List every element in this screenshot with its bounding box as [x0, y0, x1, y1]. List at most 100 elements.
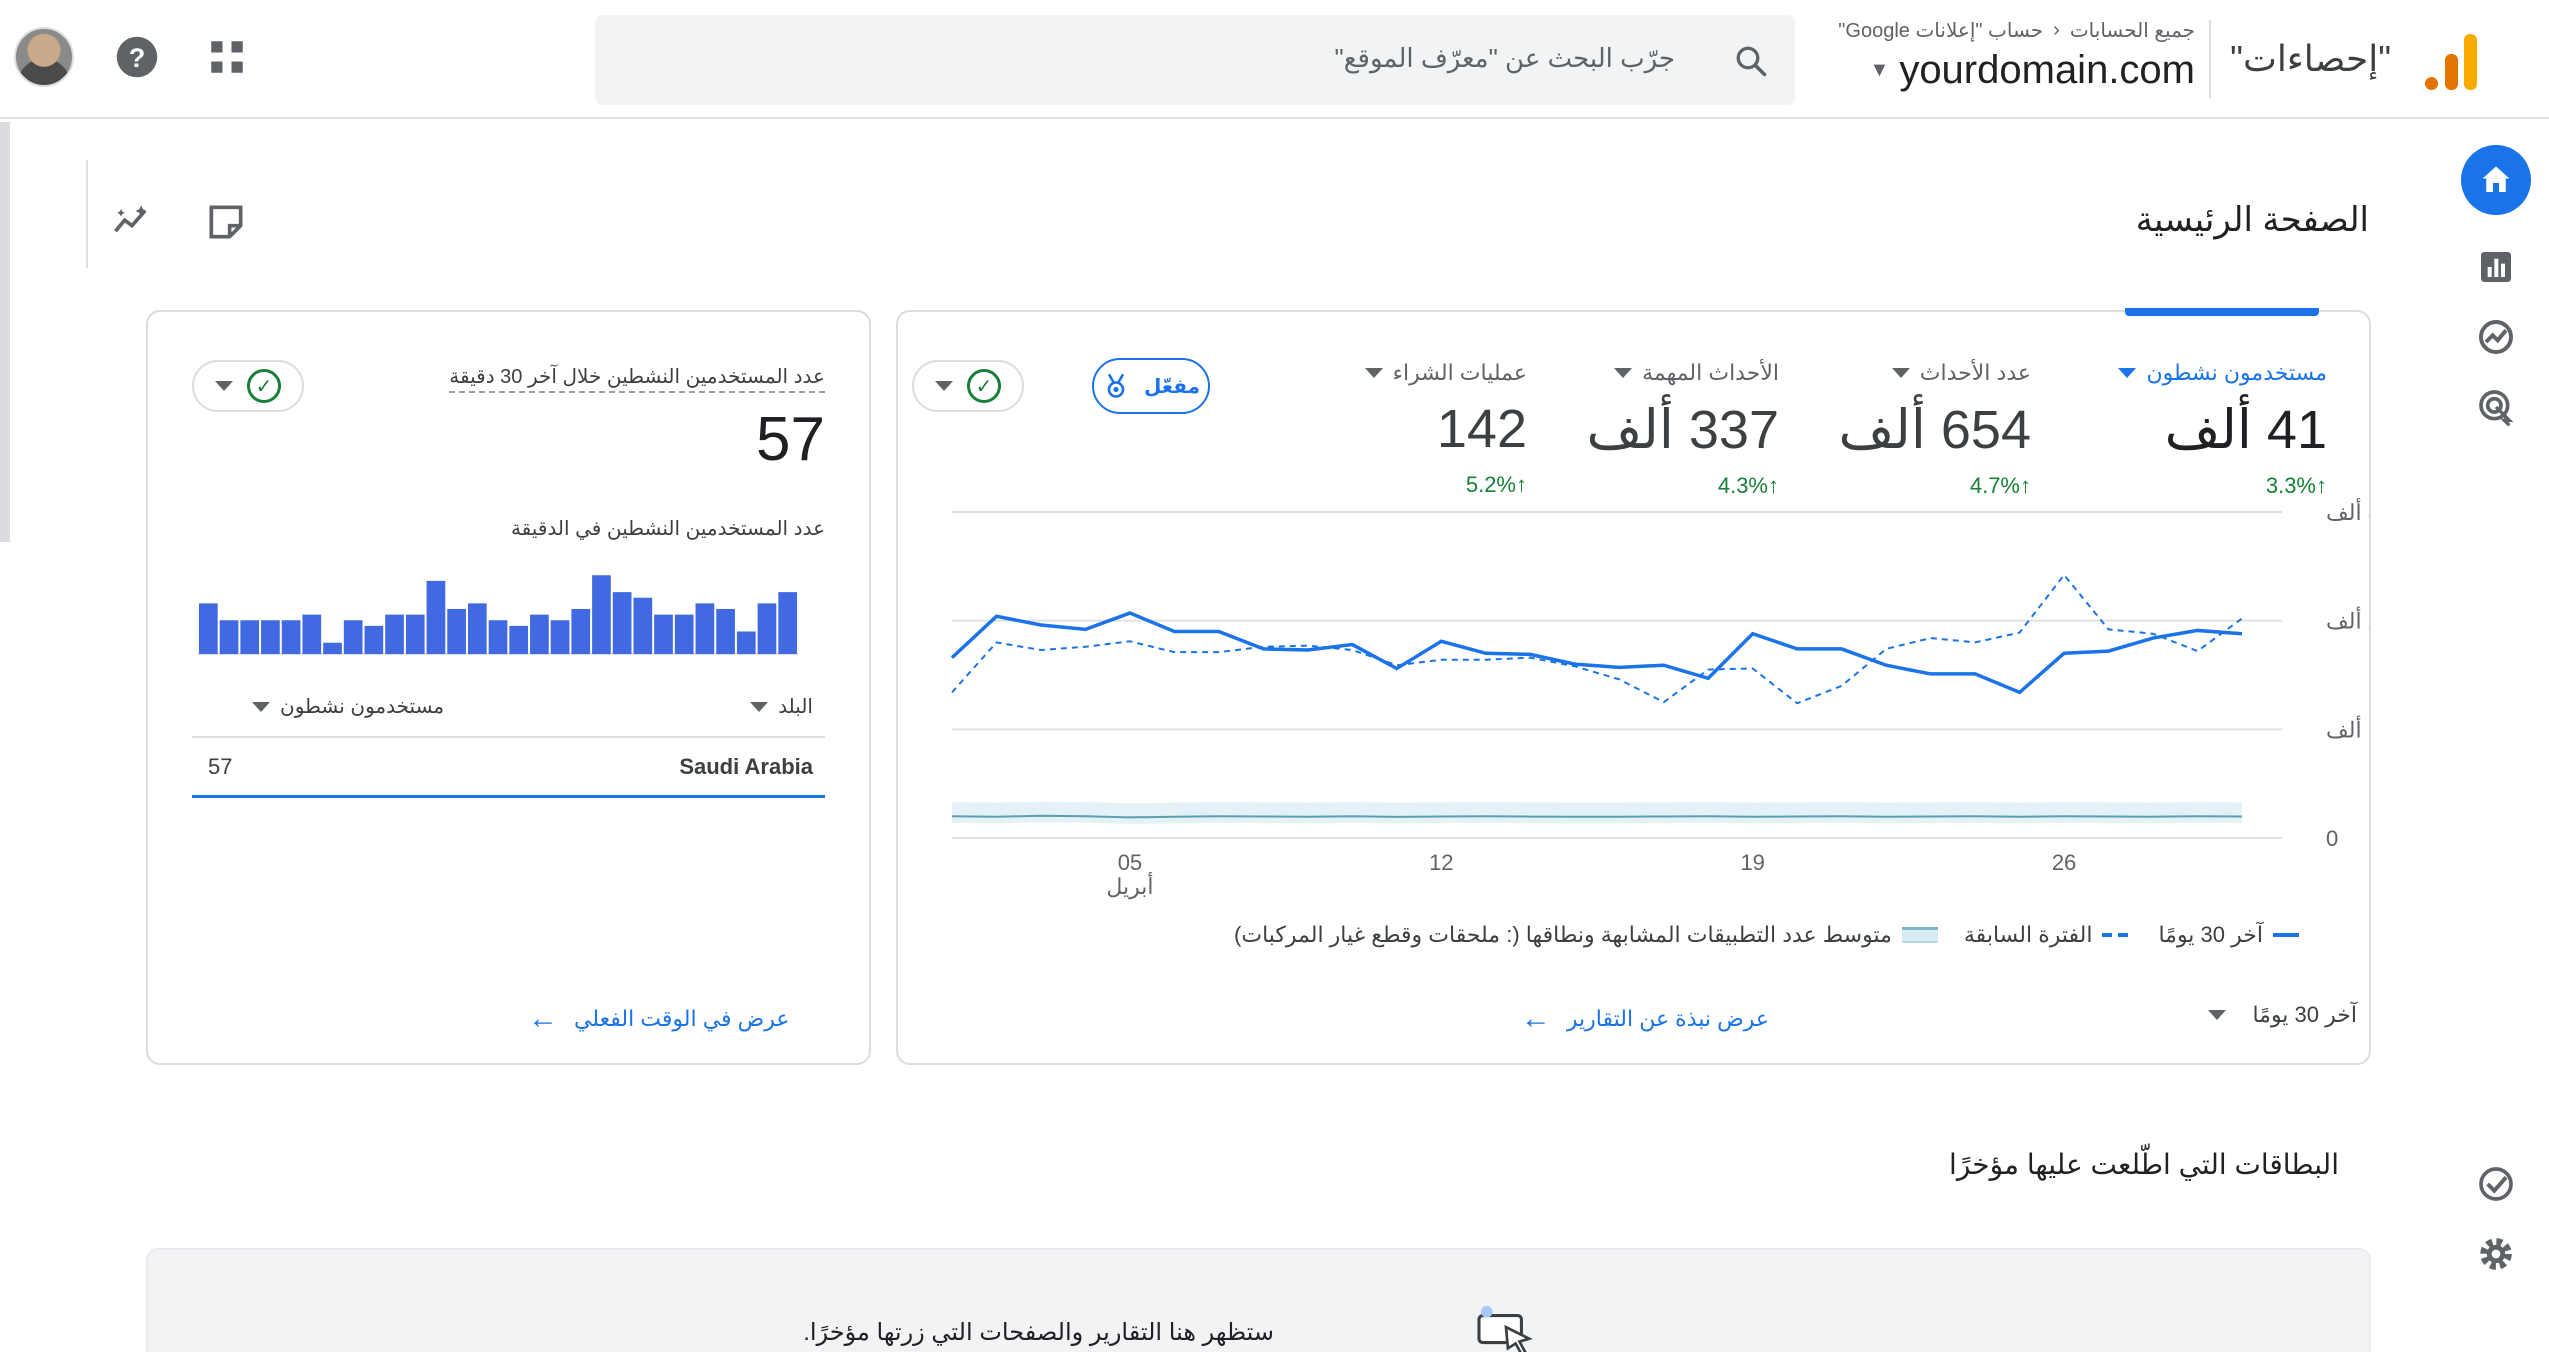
insights-icon[interactable] — [110, 200, 154, 244]
series-line-previous — [951, 573, 2243, 705]
search-bar[interactable]: جرّب البحث عن "معرّف الموقع" — [595, 15, 1795, 105]
title-divider — [86, 160, 88, 268]
x-tick-label: 05 — [1118, 850, 1142, 875]
x-sub-label: أبريل — [1106, 871, 1153, 900]
search-input[interactable]: جرّب البحث عن "معرّف الموقع" — [1334, 43, 1675, 74]
minute-bar — [778, 592, 797, 654]
explore-icon[interactable] — [2476, 317, 2516, 357]
users-column-header[interactable]: مستخدمون نشطون — [252, 694, 444, 719]
legend-label: متوسط عدد التطبيقات المشابهة ونطاقها (: … — [1234, 922, 1892, 947]
minute-bar — [261, 620, 280, 654]
minute-bar — [426, 580, 446, 654]
realtime-table-header: البلد مستخدمون نشطون — [192, 684, 825, 728]
nav-home-button[interactable] — [2461, 145, 2531, 215]
minute-bar — [530, 614, 549, 654]
date-range-select[interactable]: آخر 30 يومًا — [2208, 1002, 2357, 1028]
settings-gear-icon[interactable] — [2476, 1234, 2516, 1274]
minute-bar — [323, 642, 342, 654]
recent-section-title: البطاقات التي اطّلعت عليها مؤخرًا — [1949, 1149, 2339, 1180]
minute-bar — [736, 631, 756, 654]
minute-bar — [633, 597, 653, 654]
y-tick-label: 3 ألف — [2326, 497, 2369, 525]
help-icon[interactable]: ? — [110, 30, 164, 84]
minute-bar — [509, 625, 529, 654]
scrollbar[interactable] — [0, 122, 10, 542]
benchmark-band — [952, 801, 2242, 824]
legend-swatch-solid — [2273, 933, 2299, 937]
note-icon[interactable] — [204, 200, 248, 244]
product-name[interactable]: "إحصاءات" — [2230, 38, 2391, 80]
legend-swatch-dashed — [2102, 933, 2133, 937]
property-selector[interactable]: ▼ yourdomain.com — [1870, 48, 2195, 93]
x-tick-label: 26 — [2052, 850, 2076, 875]
minute-bar — [405, 614, 425, 654]
minute-bar — [654, 614, 673, 654]
y-tick-label: 0 — [2326, 826, 2338, 851]
chevron-down-icon — [750, 701, 769, 712]
minute-bar — [571, 609, 591, 654]
minute-bar — [612, 592, 632, 654]
chart-legend: آخر 30 يومًا الفترة السابقة متوسط عدد ال… — [1234, 922, 2299, 948]
chevron-down-icon — [215, 381, 233, 391]
title-actions — [110, 200, 248, 244]
minute-bar — [716, 609, 735, 654]
legend-item-current[interactable]: آخر 30 يومًا — [2158, 922, 2299, 948]
reports-icon[interactable] — [2476, 247, 2516, 287]
minute-bar — [695, 603, 715, 654]
apps-grid-icon[interactable] — [200, 30, 254, 84]
view-realtime-label: عرض في الوقت الفعلي — [574, 1006, 790, 1031]
avatar[interactable] — [14, 27, 74, 87]
series-line-current — [950, 611, 2243, 695]
minute-bar — [592, 575, 611, 654]
realtime-card: عدد المستخدمين النشطين خلال آخر 30 دقيقة… — [146, 310, 871, 1065]
chevron-down-icon — [2208, 1010, 2227, 1020]
legend-item-previous[interactable]: الفترة السابقة — [1964, 922, 2133, 948]
breadcrumb-ads-account[interactable]: حساب "إعلانات Google" — [1838, 18, 2043, 43]
active-users-chart: 3 ألف 2 ألف 1 ألف 0 05 12 19 26 أبريل — [950, 497, 2369, 900]
page-title: الصفحة الرئيسية — [2135, 201, 2369, 239]
view-reports-snapshot-link[interactable]: عرض نبذة عن التقارير ← — [1521, 1002, 1769, 1036]
legend-item-benchmark[interactable]: متوسط عدد التطبيقات المشابهة ونطاقها (: … — [1234, 922, 1938, 948]
arrow-left-icon: ← — [1520, 1002, 1551, 1035]
cursor-window-icon — [1477, 1305, 1533, 1352]
minute-bar — [674, 614, 694, 654]
minute-bar — [302, 614, 322, 654]
analytics-logo-icon[interactable] — [2423, 30, 2483, 90]
y-tick-label: 2 ألف — [2326, 606, 2369, 634]
minute-bar — [757, 603, 777, 654]
search-icon — [1736, 46, 1767, 77]
minute-bar — [364, 625, 384, 654]
per-minute-bar-chart — [198, 575, 798, 655]
realtime-title[interactable]: عدد المستخدمين النشطين خلال آخر 30 دقيقة — [449, 364, 825, 393]
view-reports-label: عرض نبذة عن التقارير — [1566, 1006, 1769, 1031]
minute-bar — [467, 603, 487, 654]
minute-bar — [199, 603, 218, 654]
users-cell: 57 — [208, 754, 233, 779]
table-row[interactable]: Saudi Arabia 57 — [192, 736, 825, 798]
property-name: yourdomain.com — [1899, 48, 2195, 92]
realtime-per-minute-label: عدد المستخدمين النشطين في الدقيقة — [510, 518, 825, 540]
top-header: "إحصاءات" جميع الحسابات ‹ حساب "إعلانات … — [0, 0, 2549, 119]
y-tick-label: 1 ألف — [2326, 714, 2369, 742]
x-tick-label: 12 — [1429, 850, 1453, 875]
country-cell: Saudi Arabia — [679, 754, 813, 779]
advertising-icon[interactable] — [2476, 387, 2516, 427]
view-realtime-link[interactable]: عرض في الوقت الفعلي ← — [528, 1002, 790, 1036]
breadcrumb-all-accounts[interactable]: جميع الحسابات — [2070, 18, 2195, 43]
realtime-value: 57 — [756, 405, 825, 474]
minute-bar — [281, 620, 301, 654]
chevron-down-icon: ▼ — [1869, 59, 1890, 81]
breadcrumb[interactable]: جميع الحسابات ‹ حساب "إعلانات Google" — [1838, 18, 2195, 43]
check-circle-icon: ✓ — [247, 369, 281, 403]
minute-bar — [447, 609, 466, 654]
realtime-status-pill[interactable]: ✓ — [192, 360, 304, 412]
admin-check-icon[interactable] — [2476, 1164, 2516, 1204]
country-column-header[interactable]: البلد — [750, 694, 813, 719]
legend-label: آخر 30 يومًا — [2158, 922, 2263, 947]
recent-empty-message: ستظهر هنا التقارير والصفحات التي زرتها م… — [803, 1319, 1274, 1346]
nav-rail — [2449, 120, 2549, 1352]
home-icon — [2482, 166, 2510, 192]
arrow-left-icon: ← — [528, 1002, 558, 1035]
date-range-value: آخر 30 يومًا — [2252, 1002, 2357, 1027]
minute-bar — [343, 620, 363, 654]
